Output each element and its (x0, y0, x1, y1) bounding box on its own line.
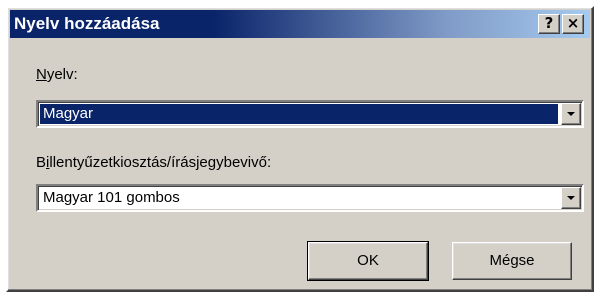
close-button[interactable]: × (562, 14, 584, 34)
language-label-rest: yelv: (46, 66, 78, 83)
chevron-down-icon (567, 112, 575, 116)
language-label-mnemonic: N (36, 66, 47, 83)
keyboard-layout-dropdown-button[interactable] (561, 187, 581, 209)
cancel-button[interactable]: Mégse (452, 242, 572, 280)
help-button[interactable]: ? (538, 14, 560, 34)
keyboard-layout-label-rest: llentyűzetkiosztás/írásjegybevivő: (49, 154, 272, 171)
keyboard-layout-label: Billentyűzetkiosztás/írásjegybevivő: (36, 154, 271, 172)
language-select[interactable]: Magyar (36, 100, 584, 128)
keyboard-layout-label-pre: B (36, 154, 47, 171)
close-icon: × (566, 14, 580, 32)
language-dropdown-button[interactable] (561, 103, 581, 125)
dialog-title: Nyelv hozzáadása (14, 14, 160, 33)
title-bar[interactable]: Nyelv hozzáadása ? × (10, 10, 590, 38)
keyboard-layout-select[interactable]: Magyar 101 gombos (36, 184, 584, 212)
language-select-value: Magyar (40, 104, 558, 124)
add-language-dialog: Nyelv hozzáadása ? × Nyelv: Magyar Bille… (6, 6, 594, 292)
keyboard-layout-select-value: Magyar 101 gombos (43, 189, 180, 206)
ok-button[interactable]: OK (307, 241, 429, 281)
language-label: Nyelv: (36, 66, 78, 84)
question-mark-icon: ? (544, 14, 554, 32)
chevron-down-icon (567, 196, 575, 200)
